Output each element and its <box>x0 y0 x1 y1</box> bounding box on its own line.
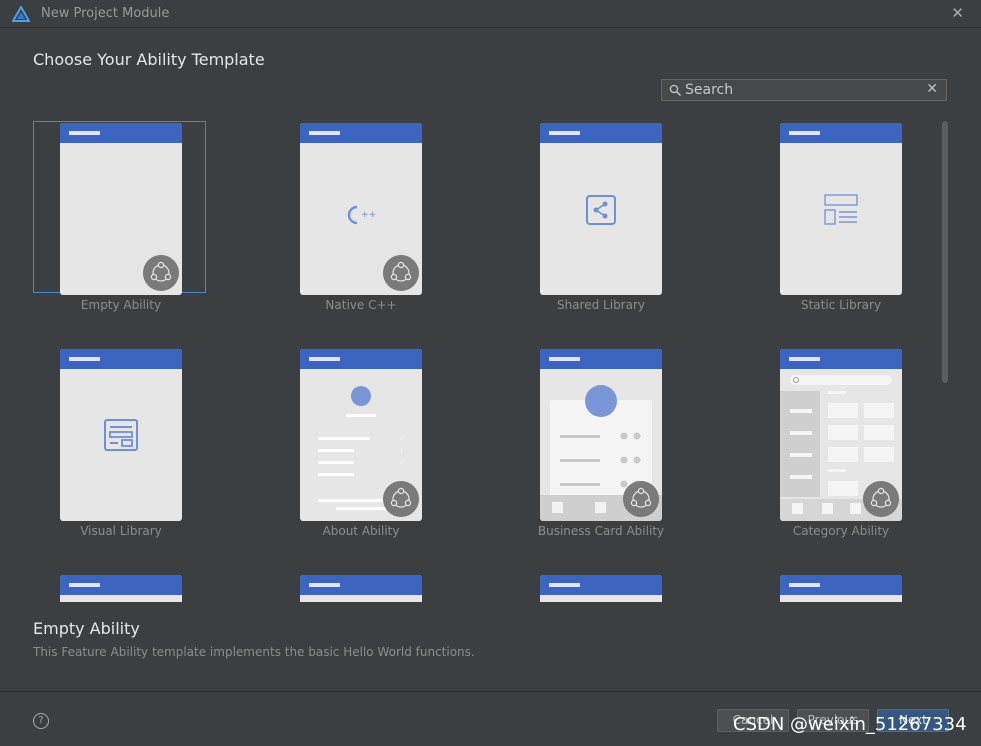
template-shared-library[interactable]: Shared Library <box>513 118 689 328</box>
template-preview <box>60 349 182 521</box>
template-preview <box>780 349 902 521</box>
footer-divider <box>0 691 981 692</box>
vertical-scrollbar[interactable] <box>942 121 948 383</box>
template-label: Empty Ability <box>80 298 162 312</box>
template-label: Category Ability <box>792 524 890 538</box>
title-bar: New Project Module ✕ <box>0 0 981 28</box>
template-row3-4[interactable] <box>753 570 929 602</box>
template-preview <box>780 575 902 602</box>
template-preview <box>60 575 182 602</box>
description-title: Empty Ability <box>33 619 140 638</box>
template-business-card-ability[interactable]: Business Card Ability <box>513 344 689 554</box>
template-visual-library[interactable]: Visual Library <box>33 344 209 554</box>
template-category-ability[interactable]: Category Ability <box>753 344 929 554</box>
ability-badge-icon <box>623 481 659 517</box>
template-label: About Ability <box>322 524 400 538</box>
svg-text:++: ++ <box>361 210 376 220</box>
cpp-icon: ++ <box>347 205 376 225</box>
template-row3-1[interactable] <box>33 570 209 602</box>
next-button[interactable]: Next <box>877 709 949 732</box>
search-icon <box>669 84 682 97</box>
help-icon[interactable]: ? <box>33 713 49 729</box>
search-input[interactable] <box>685 81 920 99</box>
layout-icon <box>824 194 858 225</box>
template-label: Shared Library <box>556 298 646 312</box>
template-preview <box>540 575 662 602</box>
window-title: New Project Module <box>41 6 170 21</box>
page-title: Choose Your Ability Template <box>33 50 265 69</box>
search-box[interactable]: ✕ <box>661 79 947 101</box>
template-preview <box>780 123 902 295</box>
template-label: Visual Library <box>80 524 162 538</box>
template-preview <box>540 349 662 521</box>
cancel-button[interactable]: Cancel <box>717 709 789 732</box>
template-grid: Empty Ability ++ Native C++ Shared Libra… <box>33 118 933 602</box>
template-preview <box>300 575 422 602</box>
close-icon[interactable]: ✕ <box>951 4 964 22</box>
ability-badge-icon <box>383 255 419 291</box>
previous-button[interactable]: Previous <box>797 709 869 732</box>
ability-badge-icon <box>383 481 419 517</box>
ability-badge-icon <box>863 481 899 517</box>
template-preview: › › › <box>300 349 422 521</box>
template-label: Static Library <box>800 298 882 312</box>
description-text: This Feature Ability template implements… <box>33 645 475 659</box>
template-preview: ++ <box>300 123 422 295</box>
svg-text:›: › <box>400 459 403 467</box>
template-row3-2[interactable] <box>273 570 449 602</box>
template-label: Native C++ <box>325 298 397 312</box>
clear-search-icon[interactable]: ✕ <box>926 81 938 97</box>
app-logo-icon <box>12 6 30 22</box>
svg-text:›: › <box>400 447 403 455</box>
template-static-library[interactable]: Static Library <box>753 118 929 328</box>
template-row3-3[interactable] <box>513 570 689 602</box>
template-label: Business Card Ability <box>537 524 665 538</box>
template-preview <box>60 123 182 295</box>
visual-layout-icon <box>104 419 138 451</box>
template-empty-ability[interactable]: Empty Ability <box>33 118 209 328</box>
share-library-icon <box>586 195 616 225</box>
template-preview <box>540 123 662 295</box>
template-about-ability[interactable]: › › › About Ability <box>273 344 449 554</box>
template-native-cpp[interactable]: ++ Native C++ <box>273 118 449 328</box>
svg-text:›: › <box>400 435 403 443</box>
ability-badge-icon <box>143 255 179 291</box>
